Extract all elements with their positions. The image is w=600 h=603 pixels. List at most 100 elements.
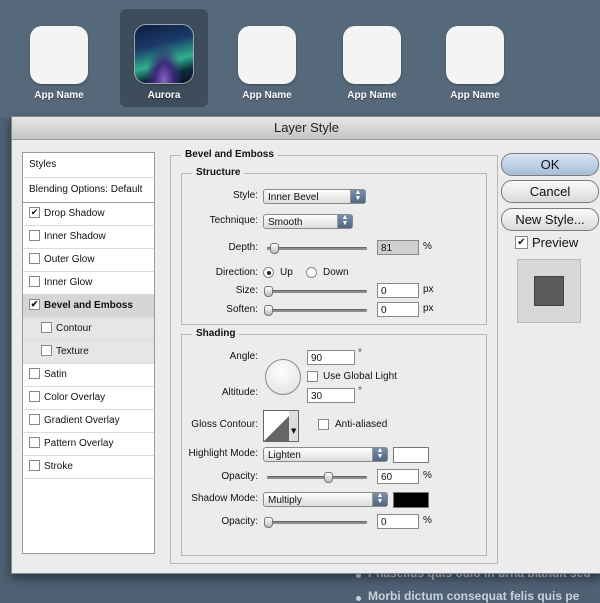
app-icon-4[interactable]: App Name [328,14,416,110]
size-slider[interactable] [264,286,367,297]
checkbox-stroke[interactable] [29,459,40,471]
style-item-gradient-overlay[interactable]: Gradient Overlay [23,410,154,433]
bevel-emboss-panel: Bevel and Emboss Structure Style: Inner … [170,149,498,564]
shadow-opacity-input[interactable]: 0 [377,514,419,529]
depth-slider[interactable] [267,243,367,254]
app-icon-5[interactable]: App Name [431,14,519,110]
style-item-outer-glow[interactable]: Outer Glow [23,249,154,272]
preview-toggle[interactable]: ✔ Preview [515,235,578,250]
style-item-label: Texture [56,346,89,357]
size-label: Size: [235,285,258,296]
style-item-color-overlay[interactable]: Color Overlay [23,387,154,410]
shadow-color-swatch[interactable] [393,492,429,508]
checkbox-texture[interactable] [41,344,52,356]
technique-label: Technique: [209,215,258,226]
depth-unit: % [423,241,432,252]
dialog-title: Layer Style [12,117,600,140]
highlight-color-swatch[interactable] [393,447,429,463]
highlight-mode-select[interactable]: Lighten ▲ ▼ [263,447,388,462]
direction-down-label: Down [323,267,349,278]
anti-aliased-label: Anti-aliased [335,419,388,430]
checkbox-inner-glow[interactable] [29,275,40,287]
highlight-opacity-thumb[interactable] [324,472,333,483]
app-icon-bar: App Name Aurora App Name App Name App Na… [0,0,600,118]
global-light-checkbox[interactable] [307,371,318,382]
cancel-button[interactable]: Cancel [501,180,599,203]
background-text-line: Morbi dictum consequat felis quis pe [368,589,580,603]
app-label: App Name [242,90,292,101]
checkbox-color-overlay[interactable] [29,390,40,402]
style-item-stroke[interactable]: Stroke [23,456,154,479]
shading-title: Shading [192,328,240,339]
checkbox-pattern-overlay[interactable] [29,436,40,448]
style-item-pattern-overlay[interactable]: Pattern Overlay [23,433,154,456]
highlight-opacity-input[interactable]: 60 [377,469,419,484]
ok-button[interactable]: OK [501,153,599,176]
altitude-unit: ° [358,386,362,397]
style-item-inner-shadow[interactable]: Inner Shadow [23,226,154,249]
select-arrows-icon: ▲ ▼ [337,214,352,228]
checkbox-contour[interactable] [41,321,52,333]
style-select[interactable]: Inner Bevel ▲ ▼ [263,189,366,204]
checkbox-drop-shadow[interactable]: ✔ [29,206,40,218]
direction-up-radio[interactable] [263,267,274,278]
shadow-mode-label: Shadow Mode: [191,493,258,504]
angle-label: Angle: [229,351,258,362]
soften-input[interactable]: 0 [377,302,419,317]
highlight-opacity-unit: % [423,470,432,481]
app-tile [343,26,401,84]
new-style-button[interactable]: New Style... [501,208,599,231]
styles-header[interactable]: Styles [23,153,154,178]
app-tile [238,26,296,84]
app-label: App Name [34,90,84,101]
app-icon-aurora[interactable]: Aurora [120,9,208,107]
angle-input[interactable]: 90 [307,350,355,365]
direction-up-label: Up [280,267,293,278]
shadow-mode-value: Multiply [268,495,302,506]
checkbox-bevel-emboss[interactable]: ✔ [29,298,40,310]
direction-label: Direction: [215,267,258,278]
soften-slider[interactable] [264,305,367,316]
style-item-bevel-emboss[interactable]: ✔ Bevel and Emboss [23,295,154,318]
depth-input[interactable]: 81 [377,240,419,255]
technique-select-value: Smooth [268,217,303,228]
size-input[interactable]: 0 [377,283,419,298]
checkbox-outer-glow[interactable] [29,252,40,264]
app-tile [446,26,504,84]
checkbox-gradient-overlay[interactable] [29,413,40,425]
anti-aliased-checkbox[interactable] [318,419,329,430]
style-item-contour[interactable]: Contour [23,318,154,341]
shadow-opacity-thumb[interactable] [264,517,273,528]
app-label: App Name [450,90,500,101]
size-slider-thumb[interactable] [264,286,273,297]
style-item-label: Stroke [44,461,73,472]
checkbox-inner-shadow[interactable] [29,229,40,241]
style-item-label: Color Overlay [44,392,106,403]
angle-dial[interactable] [265,359,301,395]
gloss-contour-picker[interactable]: ▼ [263,410,299,442]
app-icon-3[interactable]: App Name [223,14,311,110]
highlight-mode-label: Highlight Mode: [188,448,258,459]
style-item-label: Pattern Overlay [44,438,114,449]
depth-slider-thumb[interactable] [270,243,279,254]
style-item-satin[interactable]: Satin [23,364,154,387]
style-item-drop-shadow[interactable]: ✔ Drop Shadow [23,203,154,226]
altitude-input[interactable]: 30 [307,388,355,403]
soften-slider-thumb[interactable] [264,305,273,316]
style-item-texture[interactable]: Texture [23,341,154,364]
shadow-opacity-slider[interactable] [264,517,367,528]
highlight-opacity-slider[interactable] [267,472,367,483]
bevel-emboss-title: Bevel and Emboss [181,149,278,160]
app-label: Aurora [147,90,181,101]
style-item-label: Drop Shadow [44,208,105,219]
blending-options[interactable]: Blending Options: Default [23,178,154,203]
app-tile [30,26,88,84]
style-item-inner-glow[interactable]: Inner Glow [23,272,154,295]
contour-curve-icon: ▼ [264,411,298,441]
shadow-mode-select[interactable]: Multiply ▲ ▼ [263,492,388,507]
app-icon-1[interactable]: App Name [15,14,103,110]
direction-down-radio[interactable] [306,267,317,278]
technique-select[interactable]: Smooth ▲ ▼ [263,214,353,229]
checkbox-satin[interactable] [29,367,40,379]
preview-checkbox[interactable]: ✔ [515,236,528,250]
